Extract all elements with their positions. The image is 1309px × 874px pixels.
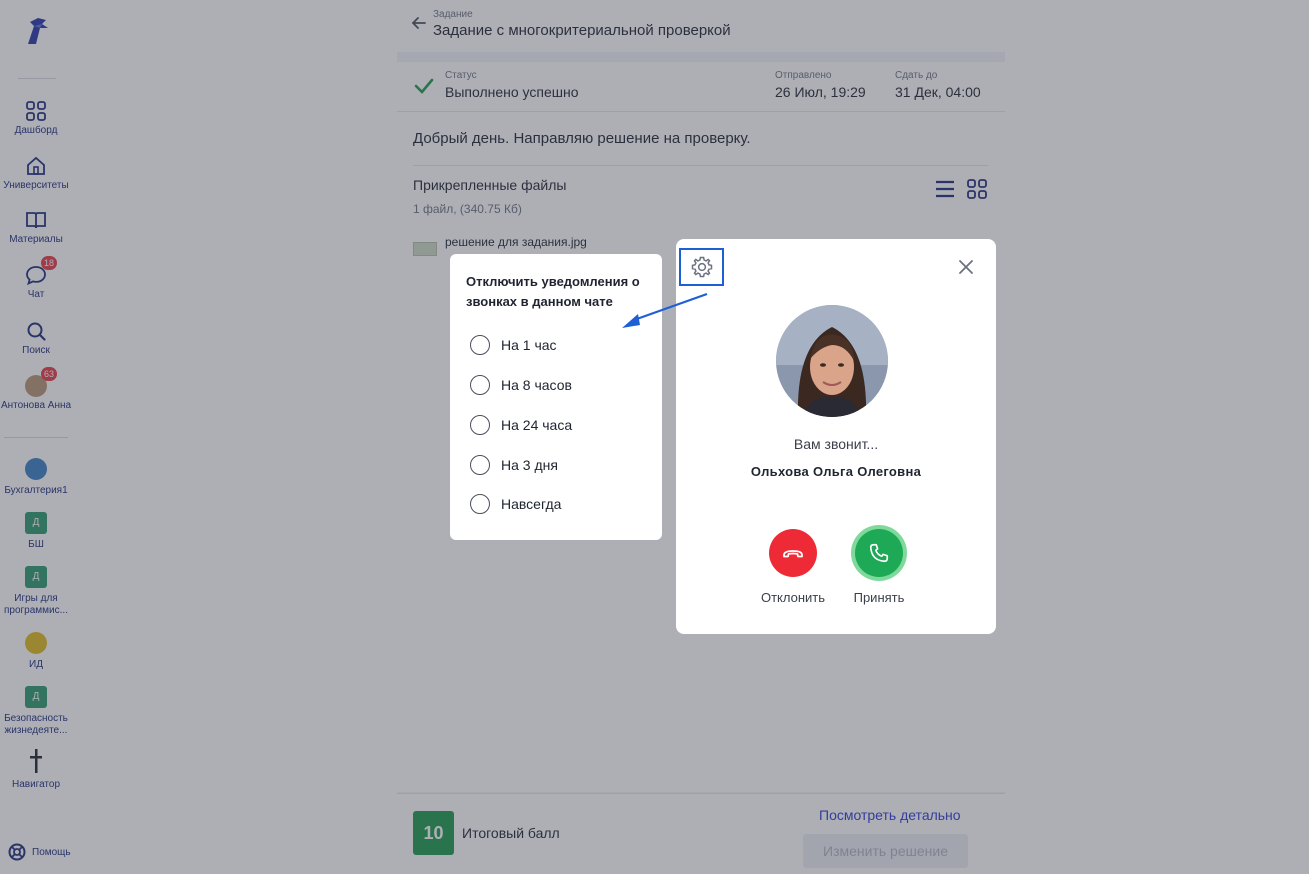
phone-icon bbox=[869, 543, 889, 563]
mute-option-label: Навсегда bbox=[501, 496, 562, 512]
mute-option-label: На 24 часа bbox=[501, 417, 573, 433]
accept-call-button[interactable] bbox=[851, 525, 907, 581]
decline-label: Отклонить bbox=[760, 590, 826, 605]
accept-label: Принять bbox=[853, 590, 905, 605]
calling-text: Вам звонит... bbox=[793, 436, 879, 452]
accept-call-inner bbox=[855, 529, 903, 577]
decline-call-button[interactable] bbox=[769, 529, 817, 577]
mute-option[interactable]: На 24 часа bbox=[470, 414, 572, 436]
gear-icon bbox=[691, 256, 712, 278]
caller-name: Ольхова Ольга Олеговна bbox=[750, 464, 922, 479]
radio-button[interactable] bbox=[470, 415, 490, 435]
mute-popover-title: Отключить уведомления о звонках в данном… bbox=[466, 274, 640, 309]
radio-button[interactable] bbox=[470, 455, 490, 475]
radio-button[interactable] bbox=[470, 335, 490, 355]
mute-option[interactable]: Навсегда bbox=[470, 493, 561, 515]
caller-photo bbox=[776, 305, 888, 417]
call-settings-button[interactable] bbox=[679, 248, 724, 286]
radio-button[interactable] bbox=[470, 375, 490, 395]
mute-option[interactable]: На 3 дня bbox=[470, 454, 558, 476]
hangup-icon bbox=[783, 550, 803, 558]
mute-option-label: На 3 дня bbox=[501, 457, 558, 473]
radio-button[interactable] bbox=[470, 494, 490, 514]
mute-option-label: На 1 час bbox=[501, 337, 557, 353]
mute-option-label: На 8 часов bbox=[501, 377, 572, 393]
mute-notifications-popover: Отключить уведомления о звонках в данном… bbox=[450, 254, 662, 540]
mute-option[interactable]: На 1 час bbox=[470, 334, 557, 356]
close-icon[interactable] bbox=[957, 258, 975, 276]
mute-option[interactable]: На 8 часов bbox=[470, 374, 572, 396]
